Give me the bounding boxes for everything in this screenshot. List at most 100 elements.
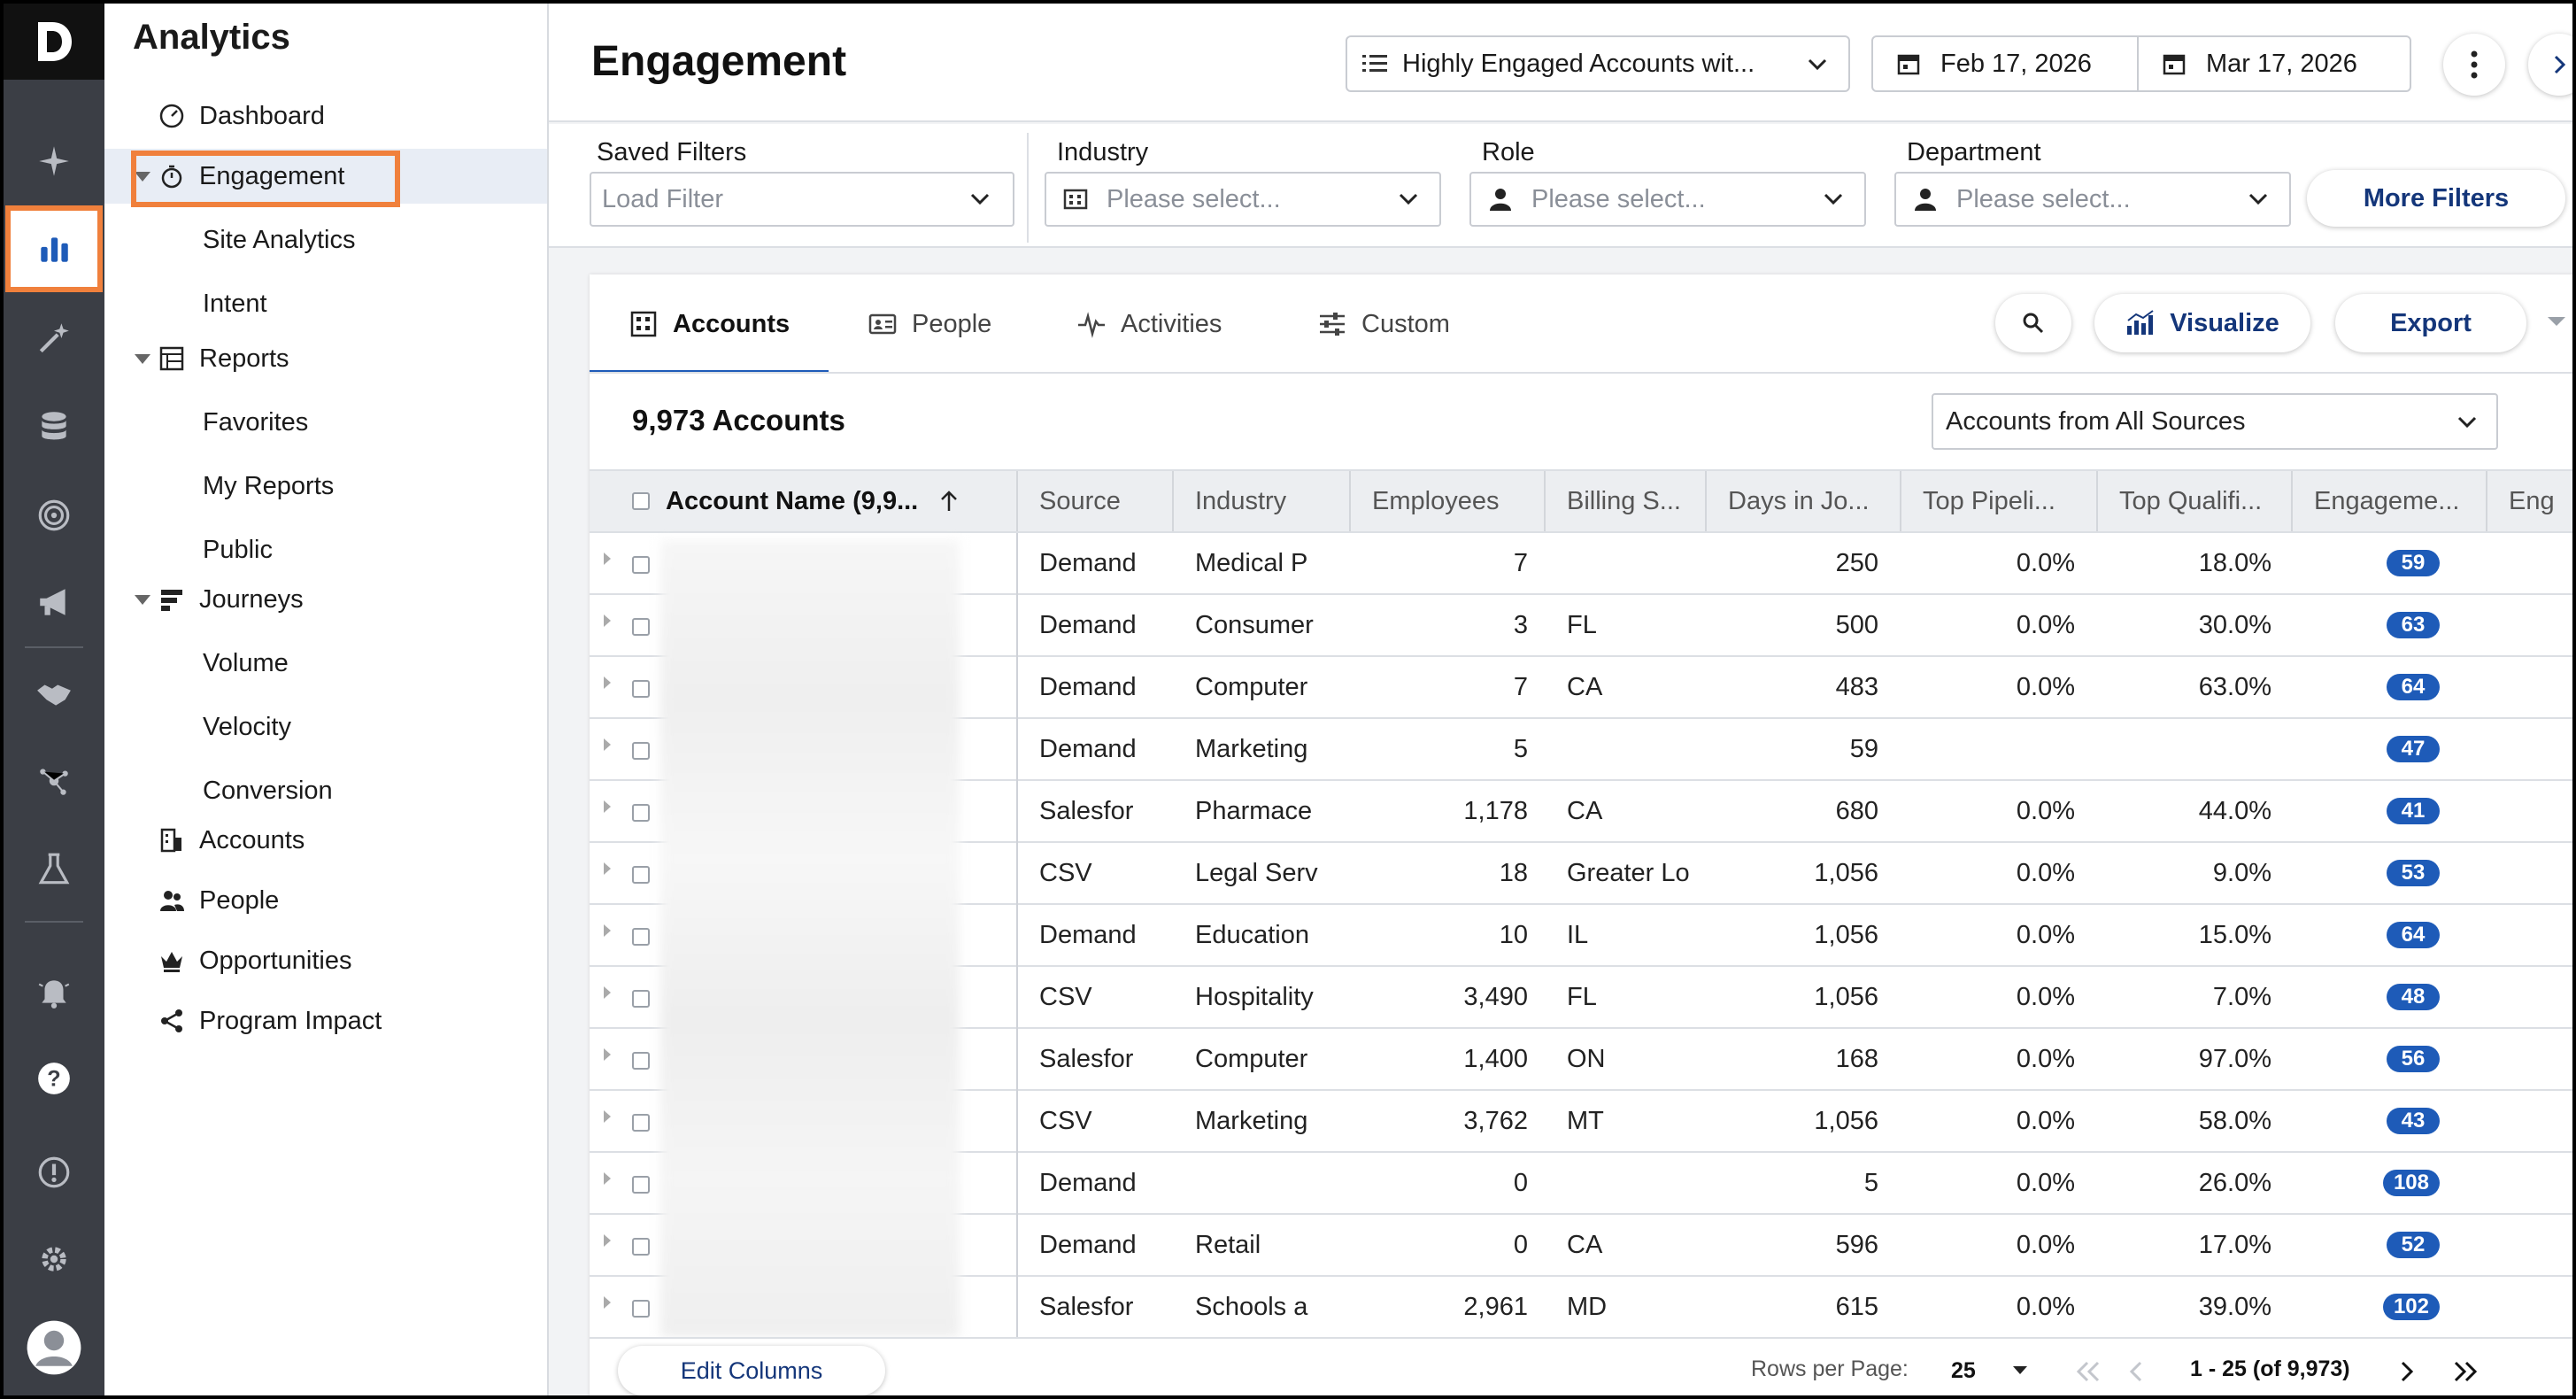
row-checkbox[interactable] (632, 680, 650, 698)
nav-item-velocity[interactable]: Velocity (104, 700, 547, 754)
row-checkbox[interactable] (632, 742, 650, 760)
source-select[interactable]: Accounts from All Sources (1932, 393, 2498, 450)
expand-row-icon[interactable] (604, 1172, 611, 1185)
cell-employees: 2,961 (1463, 1292, 1528, 1321)
tab-people[interactable]: People (868, 296, 991, 352)
nav-item-conversion[interactable]: Conversion (104, 763, 547, 818)
tab-custom[interactable]: Custom (1317, 296, 1450, 352)
expand-row-icon[interactable] (604, 862, 611, 875)
expand-row-icon[interactable] (604, 1110, 611, 1123)
row-checkbox[interactable] (632, 1238, 650, 1256)
bar-chart-icon[interactable] (5, 205, 103, 292)
column-header-billing-state[interactable]: Billing S... (1546, 471, 1707, 531)
target-icon[interactable] (4, 480, 104, 551)
help-icon[interactable]: ? (4, 1043, 104, 1114)
tab-accounts[interactable]: Accounts (629, 296, 790, 352)
column-header-source[interactable]: Source (1018, 471, 1174, 531)
nav-item-intent[interactable]: Intent (104, 276, 547, 331)
app-logo[interactable] (4, 4, 104, 80)
expand-row-icon[interactable] (604, 800, 611, 813)
search-button[interactable] (1995, 294, 2071, 352)
column-header-account-name[interactable]: Account Name (9,9... (590, 471, 1018, 531)
row-checkbox[interactable] (632, 1300, 650, 1318)
select-all-checkbox[interactable] (632, 492, 650, 510)
nav-item-opportunities[interactable]: Opportunities (104, 933, 547, 988)
row-checkbox[interactable] (632, 618, 650, 636)
export-button[interactable]: Export (2335, 294, 2526, 352)
cell-top-pipeline: 0.0% (2016, 1168, 2075, 1197)
segment-select[interactable]: Highly Engaged Accounts wit... (1346, 35, 1850, 92)
expand-row-icon[interactable] (604, 1296, 611, 1309)
more-filters-button[interactable]: More Filters (2307, 170, 2565, 227)
expand-row-icon[interactable] (604, 738, 611, 751)
nav-item-my-reports[interactable]: My Reports (104, 459, 547, 514)
start-date-picker[interactable]: Feb 17, 2026 (1871, 35, 2139, 92)
visualize-button[interactable]: Visualize (2094, 294, 2310, 352)
sparkle-icon[interactable] (4, 126, 104, 197)
magic-wand-icon[interactable] (4, 303, 104, 374)
column-header-industry[interactable]: Industry (1174, 471, 1351, 531)
nav-item-favorites[interactable]: Favorites (104, 395, 547, 450)
row-checkbox[interactable] (632, 928, 650, 946)
nav-item-journeys[interactable]: Journeys (104, 572, 547, 627)
database-icon[interactable] (4, 391, 104, 462)
next-page-icon[interactable] (2397, 1360, 2417, 1383)
nav-item-program-impact[interactable]: Program Impact (104, 993, 547, 1048)
caret-down-icon[interactable] (135, 353, 150, 364)
nav-item-public[interactable]: Public (104, 522, 547, 577)
row-checkbox[interactable] (632, 1052, 650, 1070)
expand-row-icon[interactable] (604, 924, 611, 937)
tab-activities[interactable]: Activities (1076, 296, 1222, 352)
network-icon[interactable] (4, 746, 104, 816)
row-checkbox[interactable] (632, 1114, 650, 1132)
cell-billing-state (1567, 1153, 1705, 1213)
column-header-engagement[interactable]: Engageme... (2293, 471, 2487, 531)
expand-row-icon[interactable] (604, 986, 611, 999)
load-filter-select[interactable]: Load Filter (590, 172, 1014, 227)
edit-columns-button[interactable]: Edit Columns (618, 1346, 885, 1395)
export-caret-icon[interactable] (2546, 315, 2567, 329)
nav-item-dashboard[interactable]: Dashboard (104, 89, 547, 143)
column-header-engagement-2[interactable]: Eng (2487, 471, 2572, 531)
row-checkbox[interactable] (632, 1176, 650, 1194)
expand-panel-button[interactable] (2528, 34, 2572, 96)
column-header-employees[interactable]: Employees (1351, 471, 1546, 531)
rows-per-page-select[interactable]: 25 (1951, 1346, 2057, 1395)
first-page-icon[interactable] (2073, 1360, 2103, 1383)
expand-row-icon[interactable] (604, 1234, 611, 1247)
nav-item-people[interactable]: People (104, 873, 547, 928)
handshake-icon[interactable] (4, 659, 104, 730)
column-header-days-in-journey[interactable]: Days in Jo... (1707, 471, 1901, 531)
nav-item-site-analytics[interactable]: Site Analytics (104, 213, 547, 267)
gear-icon[interactable] (4, 1224, 104, 1295)
previous-page-icon[interactable] (2126, 1360, 2146, 1383)
row-checkbox[interactable] (632, 866, 650, 884)
role-select[interactable]: Please select... (1469, 172, 1866, 227)
department-select[interactable]: Please select... (1894, 172, 2291, 227)
expand-row-icon[interactable] (604, 676, 611, 689)
end-date-picker[interactable]: Mar 17, 2026 (2137, 35, 2411, 92)
alert-icon[interactable] (4, 1137, 104, 1208)
row-checkbox[interactable] (632, 990, 650, 1008)
redacted-account-names (660, 540, 960, 1337)
user-avatar-icon[interactable] (4, 1312, 104, 1383)
alarm-bell-icon[interactable] (4, 956, 104, 1027)
industry-select[interactable]: Please select... (1045, 172, 1441, 227)
main-content: Engagement Highly Engaged Accounts wit..… (549, 4, 2572, 1395)
last-page-icon[interactable] (2450, 1360, 2480, 1383)
flask-icon[interactable] (4, 834, 104, 905)
megaphone-icon[interactable] (4, 567, 104, 638)
caret-down-icon[interactable] (135, 594, 150, 605)
row-checkbox[interactable] (632, 804, 650, 822)
row-checkbox[interactable] (632, 556, 650, 574)
nav-item-accounts[interactable]: Accounts (104, 813, 547, 868)
column-header-top-pipeline[interactable]: Top Pipeli... (1901, 471, 2098, 531)
more-options-button[interactable] (2443, 34, 2505, 96)
sort-ascending-icon[interactable] (939, 490, 959, 513)
expand-row-icon[interactable] (604, 614, 611, 627)
column-header-top-qualified[interactable]: Top Qualifi... (2098, 471, 2293, 531)
nav-item-volume[interactable]: Volume (104, 636, 547, 691)
expand-row-icon[interactable] (604, 1048, 611, 1061)
expand-row-icon[interactable] (604, 553, 611, 565)
nav-item-reports[interactable]: Reports (104, 331, 547, 386)
